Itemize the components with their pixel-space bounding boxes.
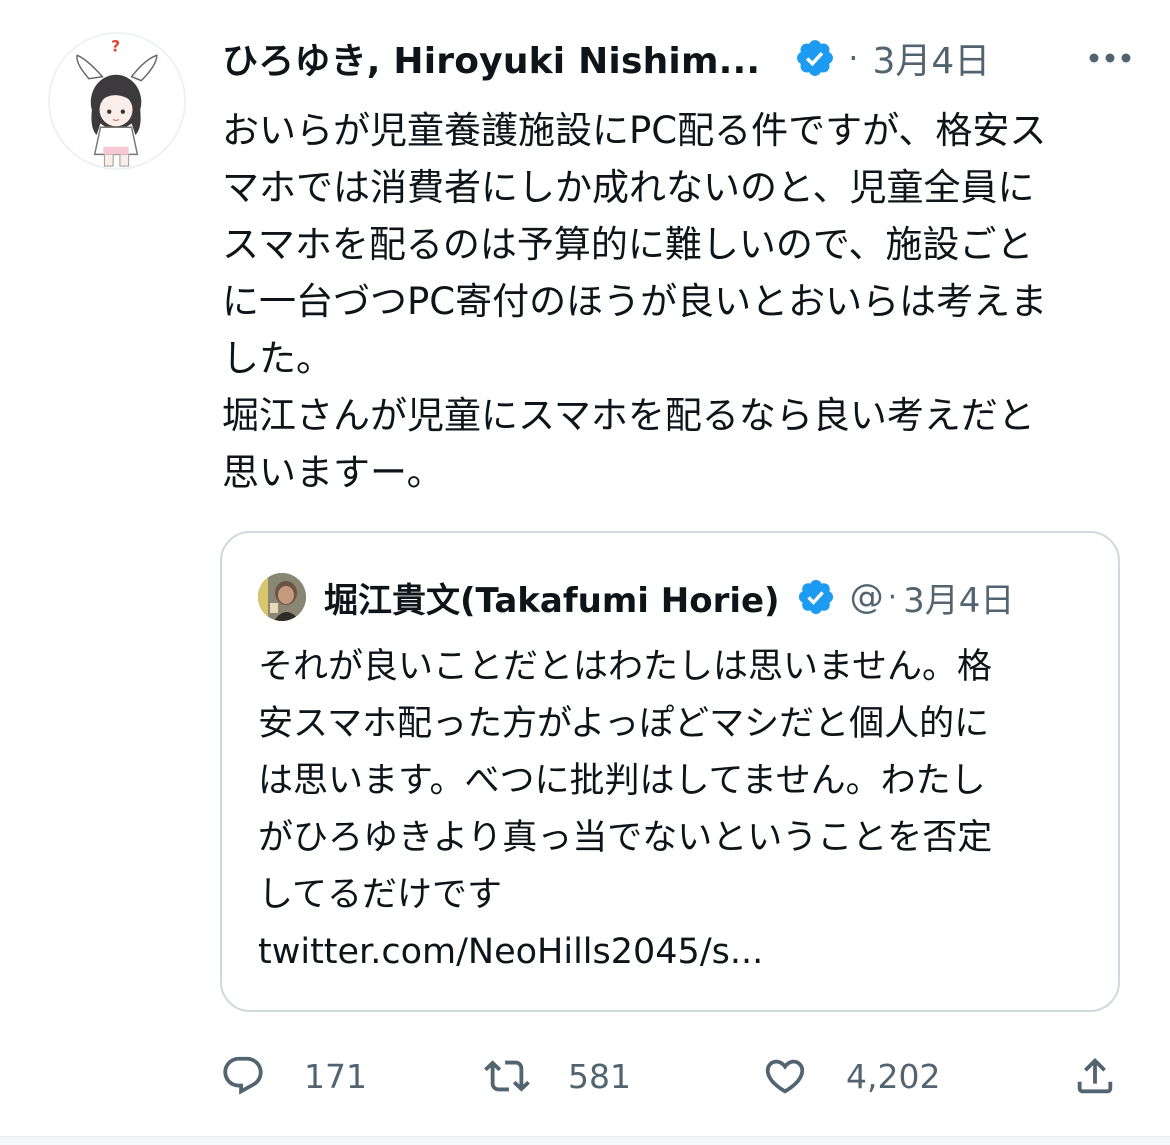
reply-icon <box>223 1056 263 1095</box>
tweet-body-line: 堀江さんが児童にスマホを配るなら良い考えだと <box>222 394 1035 437</box>
tweet-date[interactable]: 3月4日 <box>872 32 990 84</box>
quoted-body-link[interactable]: twitter.com/NeoHills2045/s... <box>258 924 1098 981</box>
heart-icon <box>765 1059 805 1094</box>
tweet-body-line: マホでは消費者にしか成れないのと、児童全員に <box>222 166 1035 209</box>
quoted-body-line: がひろゆきより真っ当でないということを否定 <box>258 818 993 858</box>
retweet-icon <box>484 1060 530 1092</box>
tweet-body: おいらが児童養護施設にPC配る件ですが、格安ス マホでは消費者にしか成れないのと… <box>222 102 1112 501</box>
quoted-body-line: は思います。べつに批判はしてません。わたし <box>258 761 986 801</box>
tweet-header: ひろゆき, Hiroyuki Nishim... · 3月4日 <box>222 30 1140 86</box>
tweet: ? ひろゆき, Hiroyuki Nishim... · 3月4日 おいらが児童… <box>0 0 1170 1145</box>
quoted-tweet-card[interactable]: 堀江貴文(Takafumi Horie) @ · 3月4日 それが良いことだとは… <box>220 531 1120 1012</box>
quoted-header-separator: · <box>887 579 898 615</box>
timeline-divider <box>0 1136 1170 1145</box>
quoted-tweet-header: 堀江貴文(Takafumi Horie) @ · 3月4日 <box>258 573 1088 621</box>
tweet-body-line: した。 <box>222 337 333 380</box>
reply-count: 171 <box>304 1056 367 1096</box>
share-button[interactable] <box>1072 1053 1118 1099</box>
quoted-author-avatar <box>258 573 306 621</box>
quoted-body-line: それが良いことだとはわたしは思いません。格 <box>258 647 992 687</box>
man-portrait-avatar-illustration <box>258 573 306 621</box>
quoted-body-line: 安スマホ配った方がよっぽどマシだと個人的に <box>258 704 990 744</box>
like-count: 4,202 <box>846 1056 941 1096</box>
quoted-verified-badge-icon <box>796 577 836 617</box>
quoted-tweet-body: それが良いことだとはわたしは思いません。格 安スマホ配った方がよっぽどマシだと個… <box>258 639 1098 981</box>
quoted-tweet-date[interactable]: 3月4日 <box>903 573 1014 622</box>
author-avatar[interactable]: ? <box>48 32 186 170</box>
tweet-body-line: おいらが児童養護施設にPC配る件ですが、格安ス <box>222 109 1047 152</box>
header-separator: · <box>848 39 859 77</box>
bunny-girl-avatar-illustration: ? <box>50 34 184 168</box>
tweet-body-line: 思いますー。 <box>222 451 444 494</box>
svg-text:?: ? <box>111 37 120 55</box>
quoted-author-handle[interactable]: @ <box>850 577 884 617</box>
retweet-count: 581 <box>568 1056 631 1096</box>
like-button[interactable]: 4,202 <box>762 1053 940 1099</box>
author-name[interactable]: ひろゆき, Hiroyuki Nishim... <box>222 32 760 84</box>
more-dots-icon <box>1089 53 1131 63</box>
tweet-actions-bar: 171 581 4,202 <box>218 1046 1128 1106</box>
quoted-author-name[interactable]: 堀江貴文(Takafumi Horie) <box>324 573 780 622</box>
retweet-button[interactable]: 581 <box>484 1053 631 1099</box>
reply-button[interactable]: 171 <box>220 1053 367 1099</box>
more-options-button[interactable] <box>1080 38 1140 78</box>
tweet-body-line: スマホを配るのは予算的に難しいので、施設ごと <box>222 223 1034 266</box>
tweet-body-line: に一台づつPC寄付のほうが良いとおいらは考えま <box>222 280 1048 323</box>
quoted-body-line: してるだけです <box>258 875 502 915</box>
verified-badge-icon <box>794 37 836 79</box>
share-icon <box>1077 1057 1113 1094</box>
